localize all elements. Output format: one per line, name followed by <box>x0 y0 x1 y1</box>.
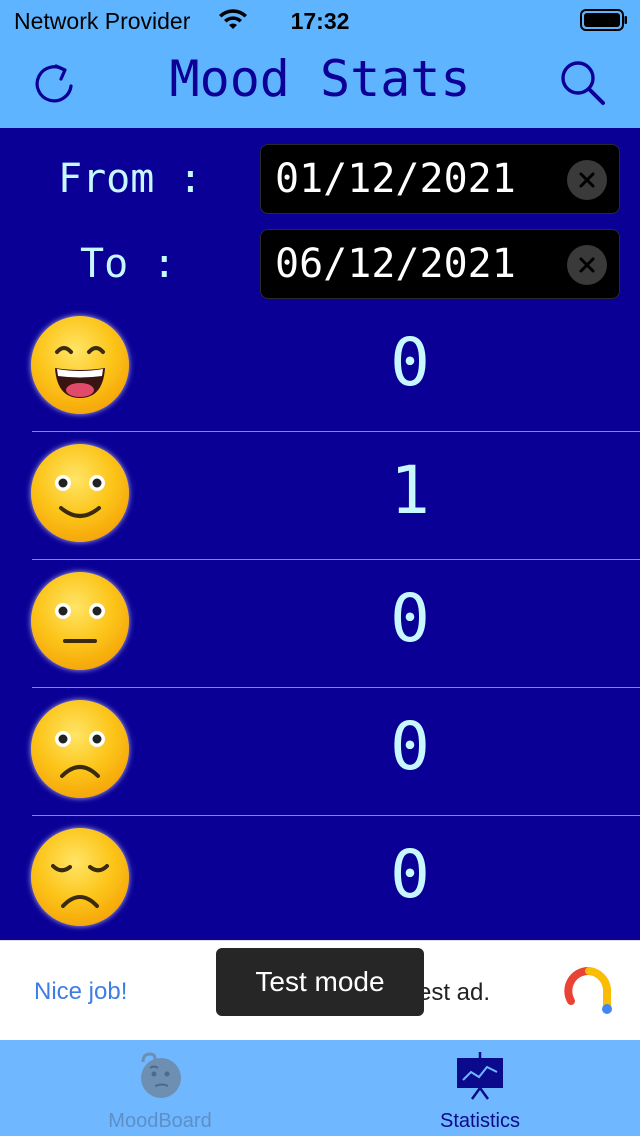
search-button[interactable] <box>556 56 610 110</box>
test-mode-toast: Test mode <box>216 948 424 1016</box>
close-icon <box>579 172 595 188</box>
tab-bar: MoodBoard Statistics <box>0 1040 640 1136</box>
mood-count: 0 <box>390 324 430 401</box>
ad-headline[interactable]: Nice job! <box>34 978 127 1006</box>
ad-description: est ad. <box>418 979 491 1006</box>
to-date-field[interactable]: 06/12/2021 <box>260 229 620 299</box>
from-date-field[interactable]: 01/12/2021 <box>260 144 620 214</box>
to-date-value[interactable]: 06/12/2021 <box>275 241 516 287</box>
status-time: 17:32 <box>290 8 350 34</box>
mood-row: 0 <box>0 560 640 688</box>
sad-emoji-icon <box>31 828 129 926</box>
mood-count: 0 <box>390 708 430 785</box>
mood-row: 0 <box>0 816 640 944</box>
presentation-chart-icon <box>457 1052 503 1100</box>
thinking-face-icon <box>141 1052 181 1098</box>
mood-count: 1 <box>390 452 430 529</box>
tab-moodboard[interactable]: MoodBoard <box>0 1040 320 1136</box>
mood-row: 0 <box>0 304 640 432</box>
search-icon <box>561 61 605 105</box>
tab-label: MoodBoard <box>108 1110 212 1132</box>
grinning-emoji-icon <box>31 316 129 414</box>
clear-to-date-button[interactable] <box>567 245 607 285</box>
battery-icon <box>580 9 627 31</box>
status-bar: Network Provider 17:32 <box>0 0 640 40</box>
mood-count: 0 <box>390 836 430 913</box>
to-label: To : <box>80 241 177 287</box>
clear-from-date-button[interactable] <box>567 160 607 200</box>
from-date-value[interactable]: 01/12/2021 <box>275 156 516 202</box>
ad-choices-logo-icon[interactable] <box>563 965 615 1017</box>
mood-row: 0 <box>0 688 640 816</box>
tab-label: Statistics <box>439 1110 521 1132</box>
mood-row: 1 <box>0 432 640 560</box>
mood-count: 0 <box>390 580 430 657</box>
frowning-emoji-icon <box>31 700 129 798</box>
smiling-emoji-icon <box>31 444 129 542</box>
close-icon <box>579 257 595 273</box>
nav-bar: Mood Stats <box>0 40 640 128</box>
tab-statistics[interactable]: Statistics <box>320 1040 640 1136</box>
neutral-emoji-icon <box>31 572 129 670</box>
page-title: Mood Stats <box>169 50 471 108</box>
from-label: From : <box>58 156 203 202</box>
